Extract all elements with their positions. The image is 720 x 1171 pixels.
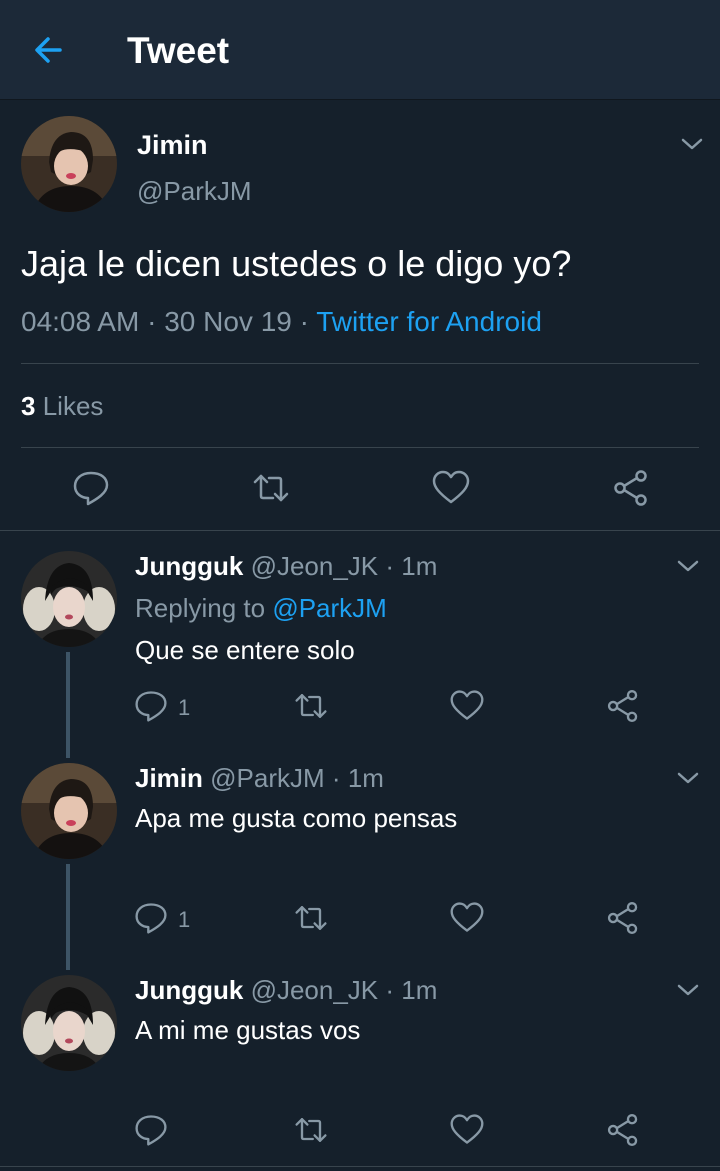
avatar-jungguk[interactable] bbox=[21, 975, 117, 1071]
chevron-down-icon[interactable] bbox=[674, 556, 702, 576]
heart-icon[interactable] bbox=[449, 1112, 485, 1148]
meta-separator: · bbox=[385, 551, 395, 581]
retweet-icon[interactable] bbox=[293, 900, 329, 936]
reply-author-handle[interactable]: @Jeon_JK bbox=[251, 551, 379, 581]
meta-separator: · bbox=[147, 306, 157, 337]
thread-connector bbox=[66, 652, 70, 758]
tweet-meta: 04:08 AM · 30 Nov 19 · Twitter for Andro… bbox=[21, 306, 542, 338]
tweet-source-link[interactable]: Twitter for Android bbox=[316, 306, 542, 337]
reply-author-name[interactable]: Jungguk bbox=[135, 975, 243, 1005]
reply-author-name[interactable]: Jimin bbox=[135, 763, 203, 793]
share-icon[interactable] bbox=[605, 900, 641, 936]
replying-to-label: Replying to bbox=[135, 593, 266, 623]
share-icon[interactable] bbox=[605, 1112, 641, 1148]
reply-header: Jungguk @Jeon_JK · 1m bbox=[135, 975, 437, 1006]
page-title: Tweet bbox=[127, 30, 230, 71]
meta-separator: · bbox=[385, 975, 395, 1005]
likes-number: 3 bbox=[21, 391, 36, 421]
reply-icon[interactable] bbox=[133, 688, 169, 724]
reply-icon[interactable] bbox=[133, 900, 169, 936]
avatar-jimin[interactable] bbox=[21, 116, 117, 212]
heart-icon[interactable] bbox=[449, 688, 485, 724]
chevron-down-icon[interactable] bbox=[678, 134, 706, 154]
reply-time: 1m bbox=[347, 763, 384, 793]
reply-text: A mi me gustas vos bbox=[135, 1015, 361, 1045]
replying-to-mention[interactable]: @ParkJM bbox=[272, 593, 387, 623]
reply-author-handle[interactable]: @Jeon_JK bbox=[251, 975, 379, 1005]
thread-connector bbox=[66, 864, 70, 970]
retweet-icon[interactable] bbox=[251, 468, 291, 508]
tweet-date: 30 Nov 19 bbox=[164, 306, 292, 337]
likes-count[interactable]: 3 Likes bbox=[21, 391, 103, 422]
heart-icon[interactable] bbox=[431, 468, 471, 508]
reply-count: 1 bbox=[178, 907, 191, 932]
heart-icon[interactable] bbox=[449, 900, 485, 936]
divider bbox=[0, 530, 720, 531]
replying-to: Replying to @ParkJM bbox=[135, 593, 387, 624]
share-icon[interactable] bbox=[605, 688, 641, 724]
divider bbox=[21, 363, 699, 364]
reply-icon[interactable] bbox=[71, 468, 111, 508]
reply-icon[interactable] bbox=[133, 1112, 169, 1148]
reply-time: 1m bbox=[401, 975, 438, 1005]
chevron-down-icon[interactable] bbox=[674, 980, 702, 1000]
author-name[interactable]: Jimin bbox=[137, 130, 208, 161]
reply-header: Jimin @ParkJM · 1m bbox=[135, 763, 384, 794]
meta-separator: · bbox=[299, 306, 309, 337]
reply-text: Que se entere solo bbox=[135, 635, 355, 665]
tweet-text: Jaja le dicen ustedes o le digo yo? bbox=[21, 243, 572, 284]
meta-separator: · bbox=[331, 763, 341, 793]
reply-author-name[interactable]: Jungguk bbox=[135, 551, 243, 581]
top-bar: Tweet bbox=[0, 0, 720, 100]
retweet-icon[interactable] bbox=[293, 688, 329, 724]
reply-header: Jungguk @Jeon_JK · 1m bbox=[135, 551, 437, 582]
divider bbox=[0, 1166, 720, 1167]
avatar-jimin[interactable] bbox=[21, 763, 117, 859]
retweet-icon[interactable] bbox=[293, 1112, 329, 1148]
divider bbox=[21, 447, 699, 448]
share-icon[interactable] bbox=[611, 468, 651, 508]
reply-count: 1 bbox=[178, 695, 191, 720]
chevron-down-icon[interactable] bbox=[674, 768, 702, 788]
reply-author-handle[interactable]: @ParkJM bbox=[210, 763, 325, 793]
reply-text: Apa me gusta como pensas bbox=[135, 803, 458, 833]
likes-label: Likes bbox=[42, 391, 104, 421]
author-handle[interactable]: @ParkJM bbox=[137, 176, 252, 207]
avatar-jungguk[interactable] bbox=[21, 551, 117, 647]
reply-time: 1m bbox=[401, 551, 438, 581]
tweet-time: 04:08 AM bbox=[21, 306, 140, 337]
back-arrow-icon[interactable] bbox=[30, 32, 70, 68]
